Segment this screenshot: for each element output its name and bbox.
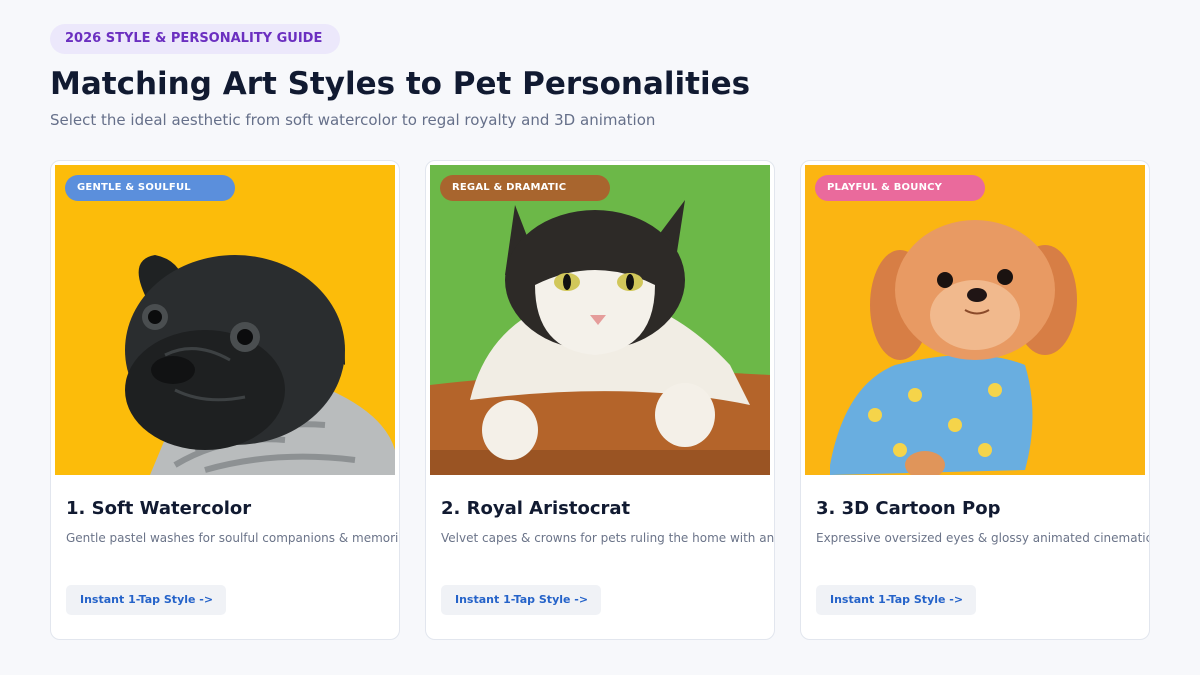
style-card-3d-cartoon[interactable]: PLAYFUL & BOUNCY 3. 3D Cartoon Pop Expre… <box>800 160 1150 640</box>
card-title: 3. 3D Cartoon Pop <box>816 498 1001 519</box>
card-title: 2. Royal Aristocrat <box>441 498 631 519</box>
card-description: Expressive oversized eyes & glossy anima… <box>816 531 1150 545</box>
card-photo-pug <box>55 165 395 475</box>
instant-style-button[interactable]: Instant 1-Tap Style -> <box>66 585 226 615</box>
personality-tag: PLAYFUL & BOUNCY <box>815 175 985 201</box>
dog-image <box>805 165 1145 475</box>
instant-style-button[interactable]: Instant 1-Tap Style -> <box>441 585 601 615</box>
cat-image <box>430 165 770 475</box>
pug-image <box>55 165 395 475</box>
personality-tag: REGAL & DRAMATIC <box>440 175 610 201</box>
eyebrow-badge: 2026 STYLE & PERSONALITY GUIDE <box>50 24 340 54</box>
card-title: 1. Soft Watercolor <box>66 498 252 519</box>
style-card-royal[interactable]: REGAL & DRAMATIC 2. Royal Aristocrat Vel… <box>425 160 775 640</box>
card-description: Velvet capes & crowns for pets ruling th… <box>441 531 775 545</box>
personality-tag: GENTLE & SOULFUL <box>65 175 235 201</box>
instant-style-button[interactable]: Instant 1-Tap Style -> <box>816 585 976 615</box>
style-card-watercolor[interactable]: GENTLE & SOULFUL 1. Soft Watercolor Gent… <box>50 160 400 640</box>
card-photo-cat <box>430 165 770 475</box>
page-title: Matching Art Styles to Pet Personalities <box>50 66 751 102</box>
card-description: Gentle pastel washes for soulful compani… <box>66 531 399 545</box>
card-photo-dog <box>805 165 1145 475</box>
page-subtitle: Select the ideal aesthetic from soft wat… <box>50 111 656 129</box>
